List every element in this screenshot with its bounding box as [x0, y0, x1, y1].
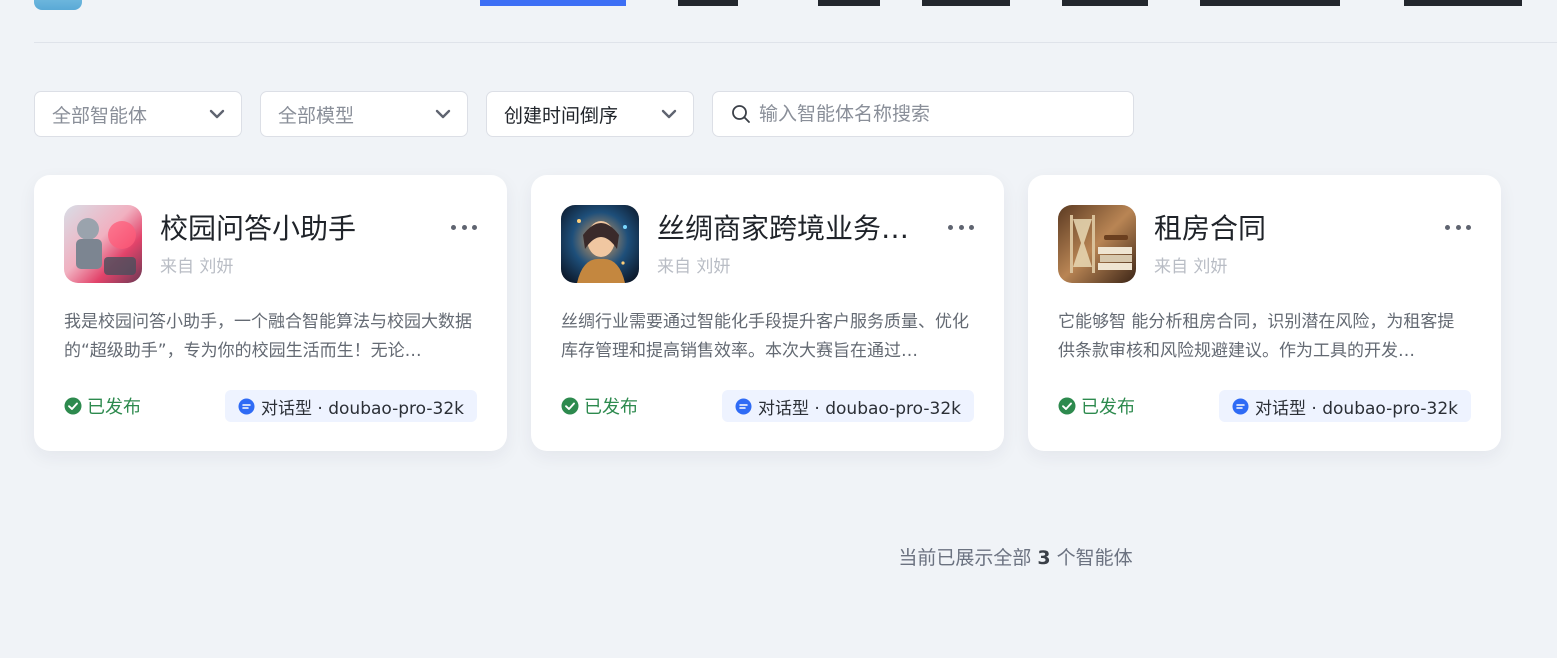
app-logo[interactable] [34, 0, 82, 10]
model-value: 全部模型 [278, 104, 355, 127]
agent-title: 租房合同 [1154, 212, 1267, 245]
check-circle-icon [64, 397, 82, 415]
nav-item[interactable] [678, 0, 738, 6]
agent-author: 来自 刘妍 [1154, 257, 1228, 277]
model-select[interactable]: 全部模型 [260, 91, 468, 137]
status-label: 已发布 [1081, 397, 1135, 418]
top-divider [34, 42, 1557, 43]
agent-avatar [1058, 205, 1136, 283]
status-badge: 已发布 [64, 393, 141, 419]
agent-card[interactable]: 丝绸商家跨境业务… 来自 刘妍 丝绸行业需要通过智能化手段提升客户服务质量、优化… [531, 175, 1004, 451]
search-input[interactable] [757, 102, 1115, 126]
status-badge: 已发布 [561, 393, 638, 419]
agent-count-summary: 当前已展示全部 3 个智能体 [0, 543, 1557, 570]
agent-type-tag: 对话型 · doubao-pro-32k [225, 390, 477, 422]
chevron-down-icon [435, 109, 451, 119]
agent-card[interactable]: 校园问答小助手 来自 刘妍 我是校园问答小助手，一个融合智能算法与校园大数据的“… [34, 175, 507, 451]
nav-item[interactable] [1404, 0, 1522, 6]
nav-item[interactable] [1200, 0, 1340, 6]
agent-avatar [64, 205, 142, 283]
more-options-icon[interactable] [1445, 217, 1471, 237]
agent-type-label: 对话型 · doubao-pro-32k [758, 398, 961, 419]
agent-scope-select[interactable]: 全部智能体 [34, 91, 242, 137]
nav-item-active[interactable] [480, 0, 626, 6]
more-options-icon[interactable] [948, 217, 974, 237]
search-box[interactable] [712, 91, 1134, 137]
agent-description: 我是校园问答小助手，一个融合智能算法与校园大数据的“超级助手”，专为你的校园生活… [64, 312, 472, 361]
agent-title: 校园问答小助手 [160, 212, 357, 245]
agent-description: 丝绸行业需要通过智能化手段提升客户服务质量、优化库存管理和提高销售效率。本次大赛… [561, 312, 969, 361]
summary-count: 3 [1037, 547, 1051, 569]
filter-bar: 全部智能体 全部模型 创建时间倒序 [34, 91, 1134, 137]
nav-item[interactable] [818, 0, 880, 6]
chat-bubble-icon [735, 398, 752, 414]
summary-prefix: 当前已展示全部 [898, 547, 1032, 569]
more-options-icon[interactable] [451, 217, 477, 237]
chevron-down-icon [209, 109, 225, 119]
status-badge: 已发布 [1058, 393, 1135, 419]
agent-title: 丝绸商家跨境业务… [657, 212, 910, 245]
nav-item[interactable] [1062, 0, 1148, 6]
chat-bubble-icon [1232, 398, 1249, 414]
status-label: 已发布 [87, 397, 141, 418]
agent-card-list: 校园问答小助手 来自 刘妍 我是校园问答小助手，一个融合智能算法与校园大数据的“… [34, 175, 1501, 451]
agent-avatar [561, 205, 639, 283]
agent-scope-value: 全部智能体 [52, 104, 148, 127]
sort-select[interactable]: 创建时间倒序 [486, 91, 694, 137]
agent-author: 来自 刘妍 [160, 257, 234, 277]
agent-type-tag: 对话型 · doubao-pro-32k [722, 390, 974, 422]
check-circle-icon [1058, 397, 1076, 415]
agent-type-label: 对话型 · doubao-pro-32k [1255, 398, 1458, 419]
search-icon [732, 105, 750, 123]
sort-value: 创建时间倒序 [504, 104, 619, 127]
agent-author: 来自 刘妍 [657, 257, 731, 277]
chat-bubble-icon [238, 398, 255, 414]
agent-type-tag: 对话型 · doubao-pro-32k [1219, 390, 1471, 422]
chevron-down-icon [661, 109, 677, 119]
nav-item[interactable] [922, 0, 1010, 6]
agent-type-label: 对话型 · doubao-pro-32k [261, 398, 464, 419]
summary-suffix: 个智能体 [1056, 547, 1133, 569]
agent-card[interactable]: 租房合同 来自 刘妍 它能够智 能分析租房合同，识别潜在风险，为租客提供条款审核… [1028, 175, 1501, 451]
agent-description: 它能够智 能分析租房合同，识别潜在风险，为租客提供条款审核和风险规避建议。作为工… [1058, 312, 1455, 361]
status-label: 已发布 [584, 397, 638, 418]
top-navigation-partial [0, 0, 1557, 43]
check-circle-icon [561, 397, 579, 415]
